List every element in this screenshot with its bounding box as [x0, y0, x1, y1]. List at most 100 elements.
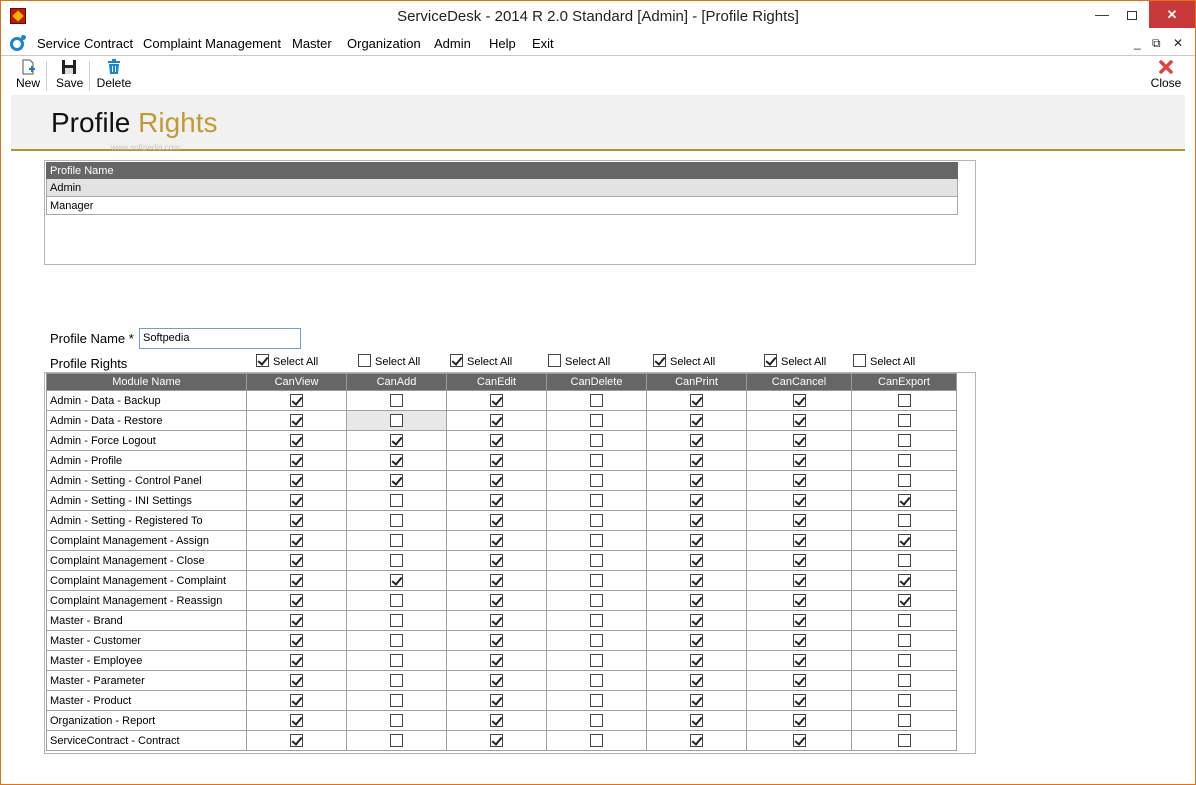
right-checkbox[interactable]	[897, 413, 911, 427]
right-checkbox[interactable]	[390, 533, 403, 547]
right-checkbox[interactable]	[792, 593, 806, 607]
right-checkbox[interactable]	[897, 573, 911, 587]
right-checkbox[interactable]	[690, 693, 703, 707]
right-checkbox[interactable]	[690, 473, 703, 487]
right-checkbox[interactable]	[490, 653, 503, 667]
right-checkbox[interactable]	[590, 433, 603, 447]
column-header[interactable]: CanView	[246, 373, 347, 391]
right-checkbox[interactable]	[792, 613, 806, 627]
right-checkbox[interactable]	[290, 493, 303, 507]
select-all-canadd[interactable]: Select All	[358, 354, 420, 370]
right-checkbox[interactable]	[590, 713, 603, 727]
right-checkbox[interactable]	[897, 553, 911, 567]
right-checkbox[interactable]	[290, 473, 303, 487]
right-checkbox[interactable]	[690, 493, 703, 507]
column-header[interactable]: CanAdd	[346, 373, 447, 391]
menu-exit[interactable]: Exit	[532, 36, 554, 51]
right-checkbox[interactable]	[792, 413, 806, 427]
select-all-checkbox[interactable]	[853, 354, 866, 367]
select-all-canprint[interactable]: Select All	[653, 354, 715, 370]
profile-row-admin[interactable]: Admin	[46, 179, 958, 197]
right-checkbox[interactable]	[792, 573, 806, 587]
right-checkbox[interactable]	[690, 733, 703, 747]
right-checkbox[interactable]	[690, 613, 703, 627]
right-checkbox[interactable]	[792, 633, 806, 647]
right-checkbox[interactable]	[897, 533, 911, 547]
new-button[interactable]: New	[15, 59, 41, 90]
right-checkbox[interactable]	[590, 473, 603, 487]
mdi-restore-button[interactable]: ⧉	[1152, 36, 1161, 51]
close-button[interactable]: Close	[1149, 59, 1183, 90]
right-checkbox[interactable]	[490, 533, 503, 547]
right-checkbox[interactable]	[390, 393, 403, 407]
profile-row-manager[interactable]: Manager	[46, 197, 958, 215]
right-checkbox[interactable]	[390, 733, 403, 747]
right-checkbox[interactable]	[690, 573, 703, 587]
right-checkbox[interactable]	[490, 713, 503, 727]
menu-master[interactable]: Master	[292, 36, 332, 51]
right-checkbox[interactable]	[290, 653, 303, 667]
right-checkbox[interactable]	[897, 653, 911, 667]
right-checkbox[interactable]	[390, 693, 403, 707]
right-checkbox[interactable]	[897, 513, 911, 527]
right-checkbox[interactable]	[897, 393, 911, 407]
right-checkbox[interactable]	[590, 393, 603, 407]
save-button[interactable]: Save	[56, 59, 83, 90]
right-checkbox[interactable]	[792, 533, 806, 547]
right-checkbox[interactable]	[690, 553, 703, 567]
right-checkbox[interactable]	[792, 473, 806, 487]
select-all-canedit[interactable]: Select All	[450, 354, 512, 370]
right-checkbox[interactable]	[290, 413, 303, 427]
right-checkbox[interactable]	[390, 593, 403, 607]
right-checkbox[interactable]	[490, 693, 503, 707]
column-header[interactable]: CanDelete	[546, 373, 647, 391]
right-checkbox[interactable]	[390, 453, 403, 467]
delete-button[interactable]: Delete	[96, 59, 132, 90]
right-checkbox[interactable]	[490, 473, 503, 487]
right-checkbox[interactable]	[897, 613, 911, 627]
right-checkbox[interactable]	[490, 413, 503, 427]
right-checkbox[interactable]	[897, 453, 911, 467]
right-checkbox[interactable]	[590, 453, 603, 467]
select-all-checkbox[interactable]	[548, 354, 561, 367]
right-checkbox[interactable]	[390, 433, 403, 447]
right-checkbox[interactable]	[792, 713, 806, 727]
right-checkbox[interactable]	[690, 513, 703, 527]
menu-complaint-management[interactable]: Complaint Management	[143, 36, 281, 51]
right-checkbox[interactable]	[897, 433, 911, 447]
right-checkbox[interactable]	[290, 533, 303, 547]
right-checkbox[interactable]	[290, 693, 303, 707]
right-checkbox[interactable]	[690, 413, 703, 427]
right-checkbox[interactable]	[590, 493, 603, 507]
right-checkbox[interactable]	[290, 573, 303, 587]
right-checkbox[interactable]	[690, 633, 703, 647]
right-checkbox[interactable]	[390, 413, 403, 427]
right-checkbox[interactable]	[490, 733, 503, 747]
column-header[interactable]: CanExport	[851, 373, 957, 391]
right-checkbox[interactable]	[590, 733, 603, 747]
right-checkbox[interactable]	[590, 673, 603, 687]
right-checkbox[interactable]	[690, 653, 703, 667]
right-checkbox[interactable]	[792, 553, 806, 567]
right-checkbox[interactable]	[390, 653, 403, 667]
select-all-checkbox[interactable]	[764, 354, 777, 367]
right-checkbox[interactable]	[897, 673, 911, 687]
right-checkbox[interactable]	[490, 453, 503, 467]
right-checkbox[interactable]	[490, 393, 503, 407]
right-checkbox[interactable]	[490, 673, 503, 687]
select-all-checkbox[interactable]	[653, 354, 666, 367]
right-checkbox[interactable]	[690, 533, 703, 547]
right-checkbox[interactable]	[390, 573, 403, 587]
right-checkbox[interactable]	[390, 673, 403, 687]
right-checkbox[interactable]	[390, 493, 403, 507]
menu-help[interactable]: Help	[489, 36, 516, 51]
right-checkbox[interactable]	[390, 473, 403, 487]
right-checkbox[interactable]	[792, 693, 806, 707]
menu-organization[interactable]: Organization	[347, 36, 421, 51]
column-header[interactable]: CanCancel	[746, 373, 852, 391]
select-all-checkbox[interactable]	[256, 354, 269, 367]
right-checkbox[interactable]	[290, 453, 303, 467]
right-checkbox[interactable]	[590, 593, 603, 607]
right-checkbox[interactable]	[390, 633, 403, 647]
menu-admin[interactable]: Admin	[434, 36, 471, 51]
